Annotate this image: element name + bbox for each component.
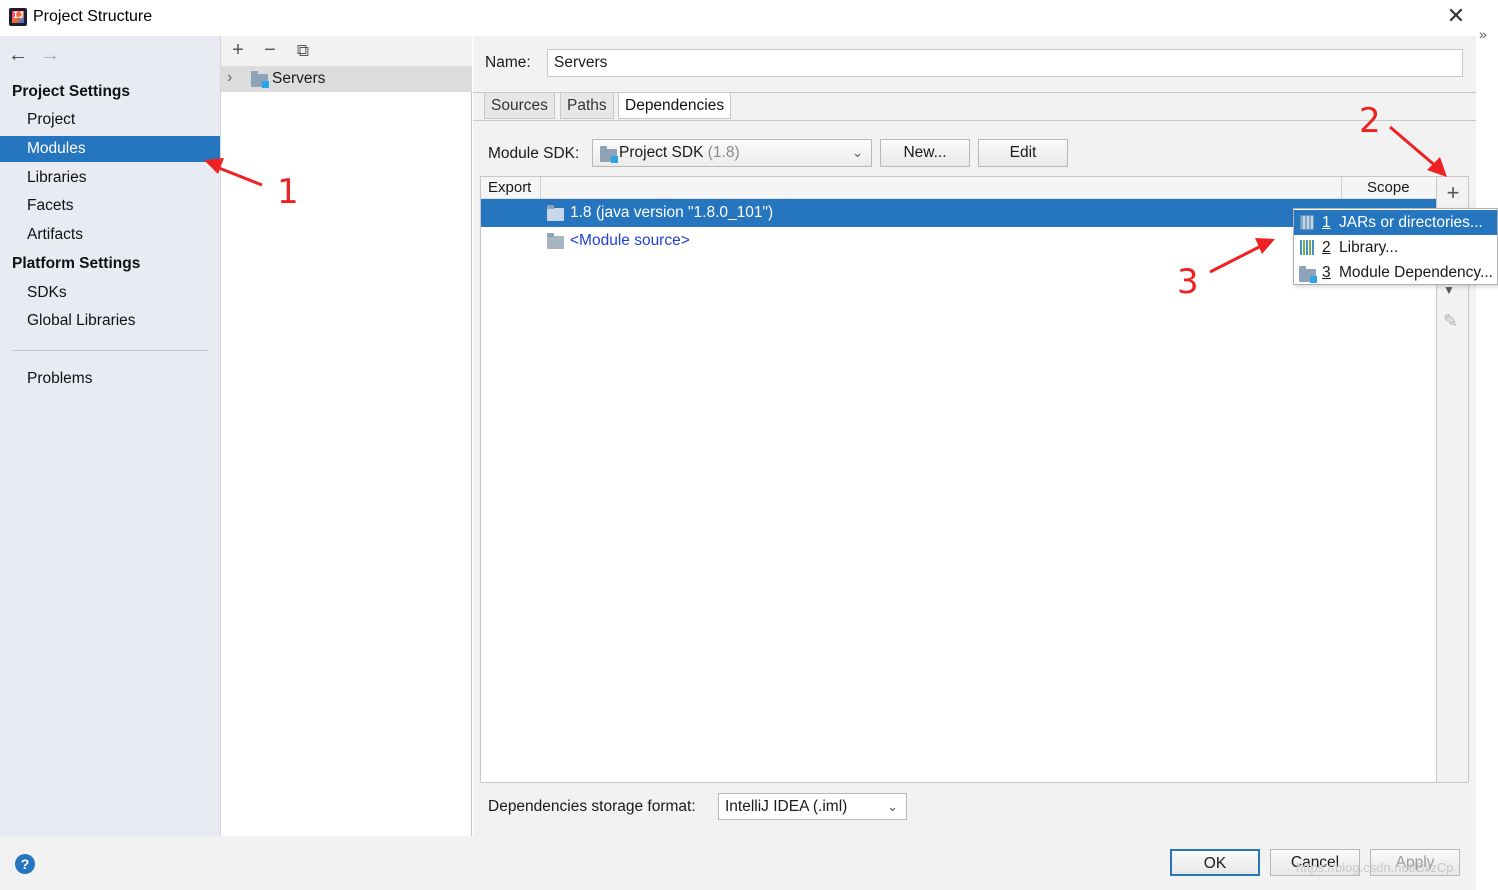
sidebar-item-libraries[interactable]: Libraries — [0, 165, 220, 191]
menu-item-number: 1 — [1322, 214, 1331, 231]
chevron-down-icon: ⌄ — [887, 799, 898, 814]
column-separator — [1341, 177, 1342, 199]
module-icon — [1299, 266, 1317, 283]
close-icon[interactable]: ✕ — [1443, 3, 1469, 29]
background-window-edge: » — [1477, 0, 1498, 890]
annotation-label-3: 3 — [1177, 262, 1199, 302]
edit-pencil-icon[interactable]: ✎ — [1443, 311, 1458, 332]
sidebar-item-facets[interactable]: Facets — [0, 193, 220, 219]
menu-item-number: 3 — [1322, 264, 1331, 281]
add-dependency-icon[interactable]: + — [1440, 181, 1466, 207]
module-detail-pane: Name: Servers Sources Paths Dependencies… — [473, 36, 1476, 836]
sdk-folder-icon — [600, 146, 618, 163]
dependency-label: 1.8 (java version "1.8.0_101") — [570, 204, 774, 221]
module-list-panel: + − ⧉ › Servers — [220, 36, 472, 836]
title-bar: Project Structure ✕ — [0, 0, 1476, 36]
tab-paths[interactable]: Paths — [560, 93, 614, 119]
double-chevron-icon[interactable]: » — [1479, 26, 1487, 42]
add-dependency-menu: 1 JARs or directories... 2 Library... 3 … — [1293, 208, 1498, 285]
new-sdk-button[interactable]: New... — [880, 139, 970, 167]
module-sdk-label: Module SDK: — [488, 145, 580, 162]
tab-dependencies[interactable]: Dependencies — [618, 93, 732, 119]
table-header: Export Scope — [481, 177, 1436, 199]
sdk-value: Project SDK — [619, 144, 704, 161]
menu-item-library[interactable]: 2 Library... — [1294, 235, 1497, 260]
sidebar-divider — [12, 350, 208, 351]
tab-sources[interactable]: Sources — [484, 93, 555, 119]
project-structure-window: Project Structure ✕ ← → Project Settings… — [0, 0, 1476, 890]
module-source-folder-icon — [547, 233, 564, 249]
window-title: Project Structure — [33, 8, 153, 25]
add-module-icon[interactable]: + — [227, 39, 249, 62]
menu-item-number: 2 — [1322, 239, 1331, 256]
copy-module-icon[interactable]: ⧉ — [292, 41, 314, 61]
storage-format-label: Dependencies storage format: — [488, 798, 696, 815]
project-settings-header: Project Settings — [12, 83, 130, 100]
menu-item-label: Library... — [1339, 239, 1399, 256]
forward-arrow-icon[interactable]: → — [40, 44, 60, 67]
name-label: Name: — [485, 54, 531, 71]
module-tree-row[interactable]: › Servers — [221, 66, 472, 92]
library-icon — [1300, 240, 1314, 255]
chevron-down-icon: ⌄ — [852, 145, 863, 160]
module-folder-icon — [251, 71, 269, 88]
annotation-label-1: 1 — [277, 172, 299, 212]
storage-format-dropdown[interactable]: IntelliJ IDEA (.iml) ⌄ — [718, 793, 907, 820]
jar-icon — [1300, 215, 1314, 230]
column-header-export[interactable]: Export — [488, 179, 531, 196]
sidebar-item-artifacts[interactable]: Artifacts — [0, 222, 220, 248]
module-list-toolbar: + − ⧉ — [221, 36, 472, 66]
sdk-version: (1.8) — [707, 144, 740, 161]
module-name-label: Servers — [272, 70, 326, 87]
menu-item-jars[interactable]: 1 JARs or directories... — [1294, 210, 1497, 235]
help-icon[interactable]: ? — [15, 854, 35, 874]
ok-button[interactable]: OK — [1170, 849, 1260, 876]
column-header-scope[interactable]: Scope — [1367, 179, 1410, 196]
platform-settings-header: Platform Settings — [12, 255, 141, 272]
sidebar-item-sdks[interactable]: SDKs — [0, 280, 220, 306]
intellij-app-icon — [9, 8, 27, 26]
expand-chevron-icon[interactable]: › — [227, 69, 232, 87]
watermark: https://blog.csdn.net/BlizCp — [1296, 860, 1454, 875]
settings-sidebar: ← → Project Settings Project Modules Lib… — [0, 36, 220, 836]
menu-item-module-dependency[interactable]: 3 Module Dependency... — [1294, 260, 1497, 285]
sidebar-item-problems[interactable]: Problems — [0, 366, 220, 392]
dialog-footer: ? OK Cancel Apply https://blog.csdn.net/… — [0, 836, 1476, 890]
module-name-field[interactable]: Servers — [547, 49, 1463, 77]
sidebar-item-project[interactable]: Project — [0, 107, 220, 133]
menu-item-label: Module Dependency... — [1339, 264, 1493, 281]
annotation-label-2: 2 — [1359, 101, 1381, 141]
move-down-icon[interactable]: ▼ — [1443, 283, 1455, 297]
remove-module-icon[interactable]: − — [259, 39, 281, 62]
sidebar-item-global-libraries[interactable]: Global Libraries — [0, 308, 220, 334]
column-separator — [540, 177, 541, 199]
module-sdk-dropdown[interactable]: Project SDK (1.8) ⌄ — [592, 139, 872, 167]
dependency-label: <Module source> — [570, 232, 690, 249]
edit-sdk-button[interactable]: Edit — [978, 139, 1068, 167]
menu-item-label: JARs or directories... — [1339, 214, 1483, 231]
jdk-folder-icon — [547, 205, 564, 221]
sidebar-item-modules[interactable]: Modules — [0, 136, 220, 162]
back-arrow-icon[interactable]: ← — [8, 44, 28, 67]
tab-strip-bottom-border — [473, 120, 1476, 121]
storage-format-value: IntelliJ IDEA (.iml) — [725, 798, 848, 815]
